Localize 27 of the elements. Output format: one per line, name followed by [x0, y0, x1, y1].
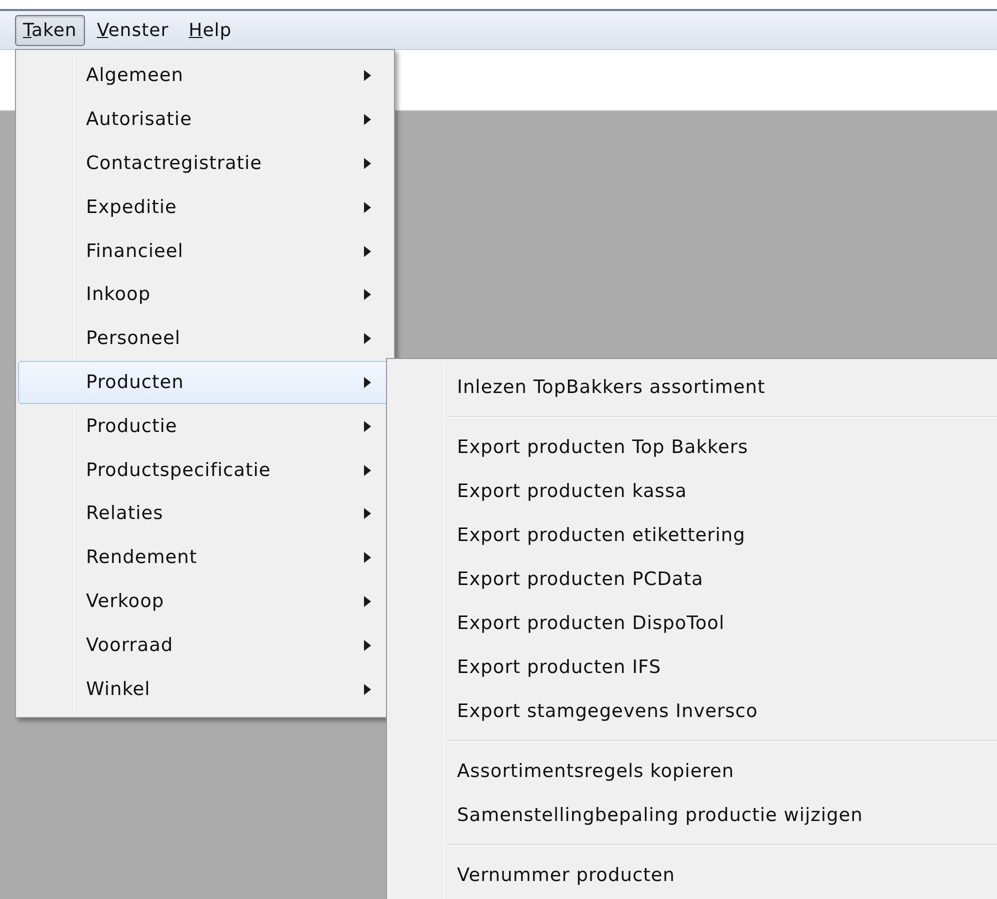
menu-item[interactable]: Vernummer producten — [389, 853, 997, 897]
menu-item[interactable]: Samenstellingbepaling productie wijzigen — [389, 793, 997, 837]
menu-item[interactable]: Relaties — [18, 492, 392, 536]
menu-item[interactable]: Autorisatie — [18, 98, 392, 142]
menu-bar-item[interactable]: Venster — [88, 14, 177, 46]
menu-item[interactable]: Expeditie — [18, 185, 392, 230]
menu-item[interactable]: Financieel — [18, 229, 392, 273]
menu-item[interactable]: Assortimentsregels kopieren — [389, 749, 997, 793]
menu-item[interactable]: Export producten DispoTool — [389, 601, 997, 645]
menu-item[interactable]: Voorraad — [18, 623, 392, 668]
menu-item[interactable]: Verkoop — [18, 580, 392, 624]
menu-item[interactable]: Export producten etikettering — [389, 513, 997, 557]
menu-bar-item[interactable]: Help — [180, 14, 240, 46]
menu-item[interactable]: Productspecificatie — [18, 448, 392, 492]
menu-bar-item[interactable]: Taken — [15, 14, 85, 46]
menu-item[interactable]: Export stamgegevens Inversco — [389, 689, 997, 733]
menu-item[interactable]: Productie — [18, 404, 392, 448]
menu-item[interactable]: Rendement — [18, 536, 392, 580]
menu-item[interactable]: Export producten IFS — [389, 645, 997, 689]
menu-item[interactable]: Inlezen TopBakkers assortiment — [389, 365, 997, 409]
menu-item[interactable]: Personeel — [18, 316, 392, 361]
menu-item[interactable]: Export producten Top Bakkers — [389, 425, 997, 469]
menu-item[interactable]: Winkel — [18, 667, 392, 711]
menu-item[interactable]: Contactregistratie — [18, 142, 392, 186]
menu-item[interactable]: Export producten PCData — [389, 557, 997, 601]
menu-item[interactable]: Inkoop — [18, 272, 392, 317]
menu-item[interactable]: Export producten kassa — [389, 469, 997, 513]
